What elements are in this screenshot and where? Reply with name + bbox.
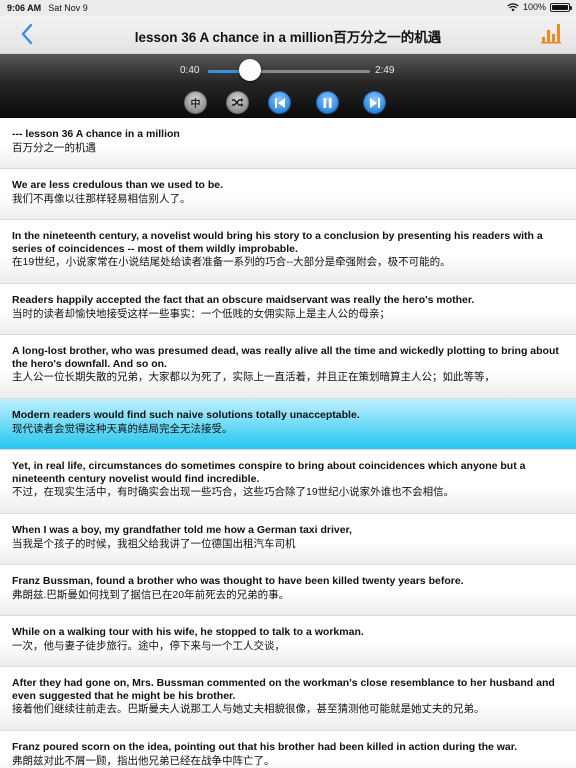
playback-controls: 中 <box>0 91 576 114</box>
sentence-english: Franz poured scorn on the idea, pointing… <box>12 741 518 753</box>
bar-chart-icon[interactable] <box>540 21 562 45</box>
sentence-chinese: 接着他们继续往前走去。巴斯曼夫人说那工人与她丈夫相貌很像，甚至猜测他可能就是她丈… <box>12 703 485 715</box>
next-button[interactable] <box>363 91 386 114</box>
sentence-english: We are less credulous than we used to be… <box>12 179 224 191</box>
sentence-row[interactable]: After they had gone on, Mrs. Bussman com… <box>0 667 576 731</box>
sentence-chinese: 在19世纪，小说家常在小说结尾处给读者准备一系列的巧合--大部分是牵强附会，极不… <box>12 256 451 268</box>
skip-next-icon <box>369 97 380 108</box>
shuffle-icon <box>232 98 244 107</box>
skip-previous-icon <box>274 97 285 108</box>
sentence-chinese: 百万分之一的机遇 <box>12 141 96 154</box>
sentence-english: Yet, in real life, circumstances do some… <box>12 460 526 485</box>
language-toggle-label: 中 <box>190 99 201 110</box>
sentence-english: While on a walking tour with his wife, h… <box>12 626 364 638</box>
sentence-english: When I was a boy, my grandfather told me… <box>12 524 352 536</box>
sentence-list: --- lesson 36 A chance in a million 百万分之一… <box>0 118 576 768</box>
sentence-english: After they had gone on, Mrs. Bussman com… <box>12 677 555 702</box>
sentence-row[interactable]: A long-lost brother, who was presumed de… <box>0 335 576 399</box>
elapsed-time: 0:40 <box>180 65 200 76</box>
progress-slider-thumb[interactable] <box>239 59 262 81</box>
sentence-english: In the nineteenth century, a novelist wo… <box>12 230 543 255</box>
sentence-row[interactable]: Yet, in real life, circumstances do some… <box>0 450 576 514</box>
sentence-row[interactable]: Readers happily accepted the fact that a… <box>0 284 576 335</box>
sentence-chinese: 当我是个孩子的时候，我祖父给我讲了一位德国出租汽车司机 <box>12 537 296 550</box>
status-time: 9:06 AM <box>7 3 42 13</box>
language-toggle-button[interactable]: 中 <box>184 91 207 114</box>
sentence-chinese: 我们不再像以往那样轻易相信别人了。 <box>12 192 191 205</box>
sentence-english: Modern readers would find such naive sol… <box>12 409 360 421</box>
sentence-row[interactable]: While on a walking tour with his wife, h… <box>0 616 576 667</box>
wifi-icon <box>507 2 519 11</box>
status-date: Sat Nov 9 <box>48 3 88 13</box>
lesson-title: lesson 36 A chance in a million百万分之一的机遇 <box>134 30 442 45</box>
sentence-row[interactable]: When I was a boy, my grandfather told me… <box>0 514 576 565</box>
sentence-english: A long-lost brother, who was presumed de… <box>12 345 559 370</box>
status-bar: 9:06 AM Sat Nov 9 100% <box>0 0 576 16</box>
sentence-chinese: 弗朗兹.巴斯曼如何找到了据信已在20年前死去的兄弟的事。 <box>12 588 290 601</box>
battery-percent: 100% <box>522 2 546 12</box>
pause-button[interactable] <box>316 91 339 114</box>
battery-level <box>552 4 568 10</box>
sentence-chinese: 当时的读者却愉快地接受这样一些事实：一个低贱的女佣实际上是主人公的母亲； <box>12 307 390 320</box>
back-chevron-icon[interactable] <box>18 22 38 46</box>
sentence-row[interactable]: In the nineteenth century, a novelist wo… <box>0 220 576 284</box>
sentence-row[interactable]: Franz Bussman, found a brother who was t… <box>0 565 576 616</box>
sentence-row[interactable]: --- lesson 36 A chance in a million 百万分之一… <box>0 118 576 169</box>
audio-player: 0:40 2:49 中 <box>0 54 576 118</box>
shuffle-button[interactable] <box>226 91 249 114</box>
battery-icon <box>550 2 572 12</box>
nav-bar: lesson 36 A chance in a million百万分之一的机遇 <box>0 16 576 54</box>
sentence-english: Franz Bussman, found a brother who was t… <box>12 575 464 587</box>
sentence-row[interactable]: Franz poured scorn on the idea, pointing… <box>0 731 576 768</box>
sentence-chinese: 主人公一位长期失散的兄弟，大家都以为死了，实际上一直活着，并且正在策划暗算主人公… <box>12 371 495 383</box>
progress-slider[interactable] <box>208 70 370 73</box>
sentence-chinese: 弗朗兹对此不屑一顾，指出他兄弟已经在战争中阵亡了。 <box>12 754 275 767</box>
sentence-english: --- lesson 36 A chance in a million <box>12 128 180 140</box>
sentence-row[interactable]: We are less credulous than we used to be… <box>0 169 576 220</box>
sentence-chinese: 现代读者会觉得这种天真的结局完全无法接受。 <box>12 422 233 435</box>
sentence-chinese: 一次，他与妻子徒步旅行。途中，停下来与一个工人交谈， <box>12 639 285 652</box>
sentence-row[interactable]: Modern readers would find such naive sol… <box>0 399 576 450</box>
pause-icon <box>323 97 332 108</box>
duration-time: 2:49 <box>375 65 395 76</box>
previous-button[interactable] <box>268 91 291 114</box>
sentence-english: Readers happily accepted the fact that a… <box>12 294 475 306</box>
sentence-chinese: 不过，在现实生活中，有时确实会出现一些巧合，这些巧合除了19世纪小说家外谁也不会… <box>12 486 455 498</box>
